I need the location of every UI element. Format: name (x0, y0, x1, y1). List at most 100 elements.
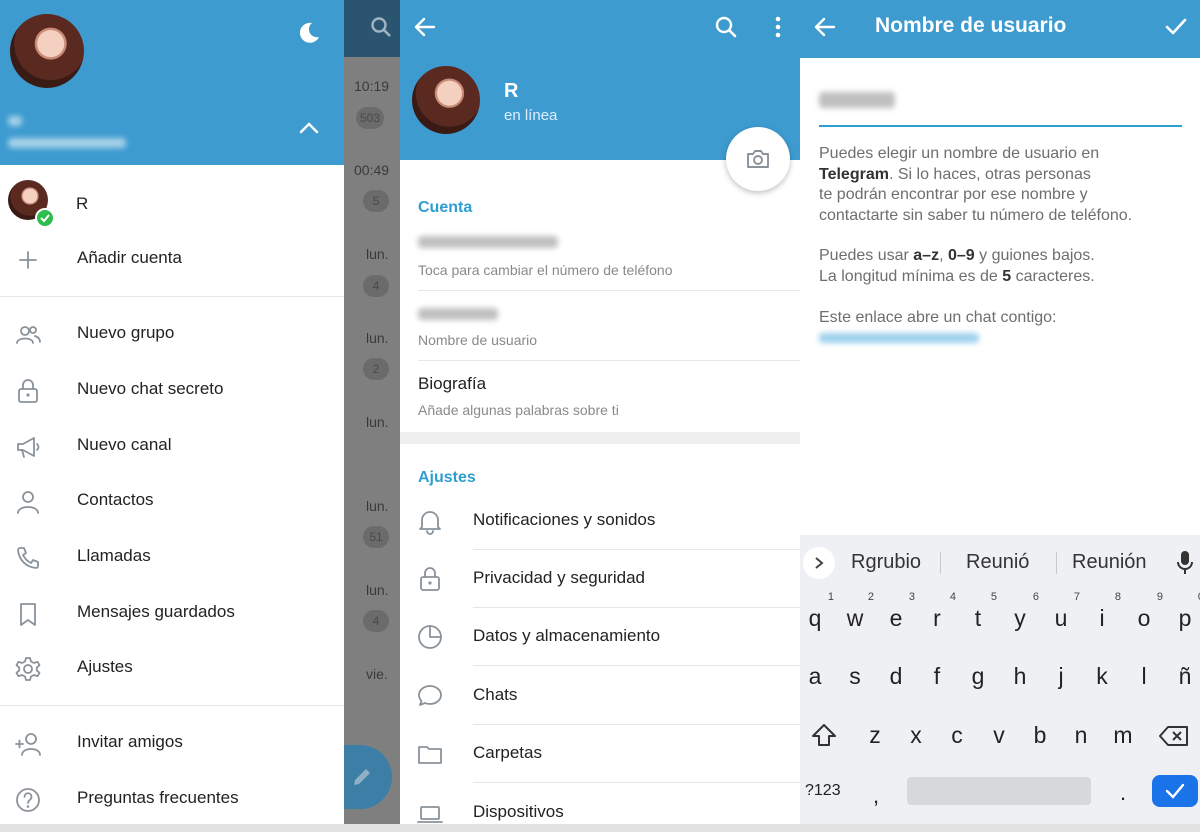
unread-badge: 4 (363, 610, 389, 632)
folder-icon (418, 746, 442, 764)
key-j[interactable]: j (1046, 663, 1076, 690)
unread-badge: 503 (356, 107, 385, 129)
username-input[interactable] (819, 84, 1183, 128)
avatar[interactable] (10, 14, 84, 88)
comma-key[interactable]: , (873, 783, 879, 809)
account-row[interactable]: R (0, 176, 344, 232)
link-explanation: Este enlace abre un chat contigo: (819, 309, 1057, 326)
input-underline (819, 125, 1182, 127)
shift-icon[interactable] (810, 721, 838, 749)
username-hint: Nombre de usuario (418, 332, 538, 348)
menu-item-new-channel[interactable]: Nuevo canal (0, 418, 344, 474)
set-photo-button[interactable] (726, 127, 790, 191)
menu-item-invite-friends[interactable]: Invitar amigos (0, 715, 344, 771)
menu-item-calls[interactable]: Llamadas (0, 529, 344, 585)
key-enye[interactable]: ñ (1170, 663, 1200, 690)
key-k[interactable]: k (1087, 663, 1117, 690)
key-n[interactable]: n (1066, 722, 1096, 749)
phone-number-row[interactable]: Toca para cambiar el número de teléfono (400, 224, 800, 290)
question-icon (16, 788, 40, 812)
settings-item-folders[interactable]: Carpetas (400, 725, 800, 783)
divider (473, 665, 800, 666)
spacebar[interactable] (907, 777, 1091, 805)
username-row[interactable]: Nombre de usuario (400, 292, 800, 358)
key-y[interactable]: y6 (1005, 591, 1039, 632)
backspace-icon[interactable] (1158, 724, 1190, 748)
key-d[interactable]: d (881, 663, 911, 690)
back-arrow-icon[interactable] (412, 15, 438, 39)
clock-icon (418, 625, 442, 649)
back-arrow-icon[interactable] (812, 15, 838, 39)
compose-button (344, 745, 392, 809)
username-explanation: Puedes elegir un nombre de usuario en Te… (819, 145, 1133, 224)
chevron-right-icon (815, 557, 824, 569)
online-status: en línea (504, 107, 558, 124)
key-t[interactable]: t5 (963, 591, 997, 632)
key-r[interactable]: r4 (922, 591, 956, 632)
bio-row[interactable]: Biografía Añade algunas palabras sobre t… (400, 362, 800, 430)
menu-item-saved-messages[interactable]: Mensajes guardados (0, 585, 344, 641)
bell-icon (419, 511, 441, 535)
moon-icon[interactable] (296, 20, 322, 46)
menu-item-new-group[interactable]: Nuevo grupo (0, 306, 344, 362)
profile-name: R (504, 80, 519, 102)
key-z[interactable]: z (860, 722, 890, 749)
settings-item-notifications[interactable]: Notificaciones y sonidos (400, 492, 800, 550)
add-person-icon (15, 733, 41, 756)
microphone-icon[interactable] (1177, 549, 1193, 575)
key-m[interactable]: m (1108, 722, 1138, 749)
checkmark-icon[interactable] (1164, 15, 1188, 39)
selected-check-icon (35, 208, 55, 228)
key-i[interactable]: i8 (1087, 591, 1121, 632)
profile-avatar[interactable] (412, 66, 480, 134)
key-l[interactable]: l (1129, 663, 1159, 690)
add-account-button[interactable]: Añadir cuenta (0, 231, 344, 287)
menu-item-label: Llamadas (77, 546, 151, 565)
key-e[interactable]: e3 (881, 591, 915, 632)
key-f[interactable]: f (922, 663, 952, 690)
menu-item-faq[interactable]: Preguntas frecuentes (0, 771, 344, 827)
key-s[interactable]: s (840, 663, 870, 690)
account-name-blurred (8, 116, 22, 126)
suggestion[interactable]: Reunión (1072, 551, 1147, 574)
profile-link-blurred[interactable] (819, 333, 979, 343)
suggestion[interactable]: Reunió (966, 551, 1029, 574)
menu-item-label: Invitar amigos (77, 732, 183, 751)
settings-item-data-storage[interactable]: Datos y almacenamiento (400, 608, 800, 666)
key-h[interactable]: h (1005, 663, 1035, 690)
enter-button[interactable] (1152, 775, 1198, 807)
menu-item-label: Nuevo grupo (77, 323, 175, 342)
more-options-icon[interactable] (772, 14, 784, 40)
unread-badge: 4 (363, 275, 389, 297)
suggestion[interactable]: Rgrubio (851, 551, 921, 574)
key-b[interactable]: b (1025, 722, 1055, 749)
chat-time: lun. (366, 246, 389, 262)
menu-item-label: Nuevo canal (77, 435, 172, 454)
key-o[interactable]: o9 (1129, 591, 1163, 632)
expand-toolbar-button[interactable] (803, 547, 835, 579)
chevron-up-icon[interactable] (298, 120, 320, 136)
suggestion-divider (1056, 552, 1057, 574)
key-u[interactable]: u7 (1046, 591, 1080, 632)
divider (418, 290, 800, 291)
search-icon[interactable] (714, 15, 738, 39)
menu-item-contacts[interactable]: Contactos (0, 473, 344, 529)
key-w[interactable]: w2 (840, 591, 874, 632)
navigation-drawer: R Añadir cuenta Nuevo grupo Nuevo chat s… (0, 0, 344, 832)
key-x[interactable]: x (901, 722, 931, 749)
key-q[interactable]: q1 (800, 591, 834, 632)
symbols-key[interactable]: ?123 (805, 782, 841, 800)
menu-item-new-secret-chat[interactable]: Nuevo chat secreto (0, 362, 344, 418)
period-key[interactable]: . (1120, 780, 1126, 806)
key-c[interactable]: c (942, 722, 972, 749)
settings-item-chats[interactable]: Chats (400, 667, 800, 725)
settings-item-privacy[interactable]: Privacidad y seguridad (400, 550, 800, 608)
settings-item-label: Carpetas (473, 743, 542, 762)
unread-badge: 2 (363, 358, 389, 380)
key-a[interactable]: a (800, 663, 830, 690)
menu-item-settings[interactable]: Ajustes (0, 640, 344, 696)
key-g[interactable]: g (963, 663, 993, 690)
section-title-account: Cuenta (418, 199, 473, 216)
key-v[interactable]: v (984, 722, 1014, 749)
key-p[interactable]: p0 (1170, 591, 1200, 632)
